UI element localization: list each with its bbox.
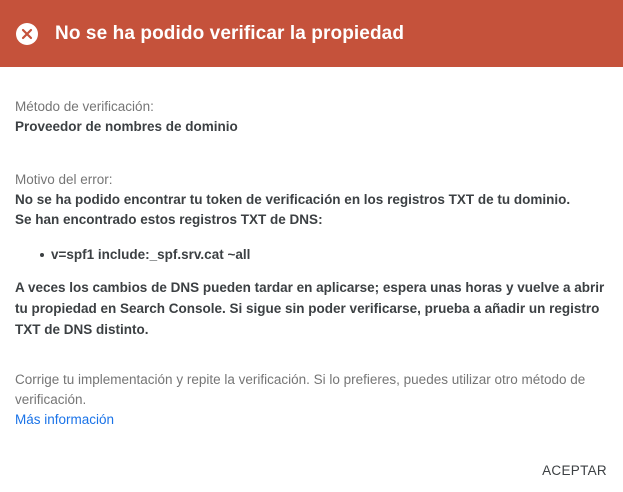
dialog-header: No se ha podido verificar la propiedad [0,0,623,67]
txt-record-item: v=spf1 include:_spf.srv.cat ~all [40,245,250,265]
reason-label: Motivo del error: [15,172,113,187]
bullet-icon [40,253,44,257]
more-info-link[interactable]: Más información [15,410,114,430]
txt-record-value: v=spf1 include:_spf.srv.cat ~all [51,247,251,262]
dialog-title: No se ha podido verificar la propiedad [55,22,405,44]
dns-propagation-note: A veces los cambios de DNS pueden tardar… [15,280,605,337]
txt-records-list: v=spf1 include:_spf.srv.cat ~all [40,245,250,265]
reason-line-1: No se ha podido encontrar tu token de ve… [15,192,571,207]
method-value: Proveedor de nombres de dominio [15,119,238,134]
error-reason-section: Motivo del error: No se ha podido encont… [15,170,613,230]
fix-instructions: Corrige tu implementación y repite la ve… [15,372,586,407]
method-label: Método de verificación: [15,99,154,114]
error-close-icon [16,22,38,45]
verification-method-section: Método de verificación: Proveedor de nom… [15,97,613,137]
reason-line-2: Se han encontrado estos registros TXT de… [15,212,323,227]
accept-button[interactable]: ACEPTAR [542,461,607,480]
verification-error-dialog: No se ha podido verificar la propiedad M… [0,0,623,492]
